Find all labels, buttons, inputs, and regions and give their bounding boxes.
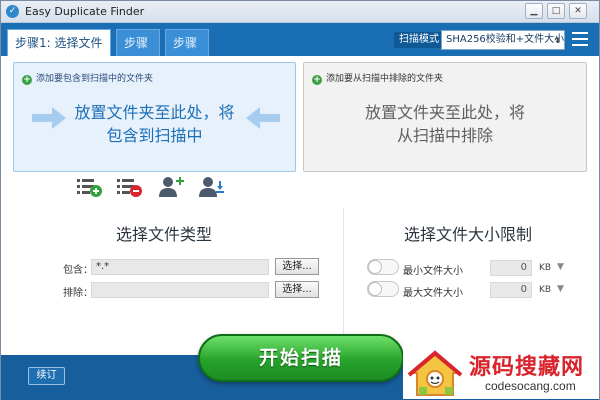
plus-circle-icon: + xyxy=(312,75,322,85)
tab-step2[interactable]: 步骤2 xyxy=(116,29,160,76)
tab-bar: 步骤1: 选择文件夹 步骤2 步骤3 扫描模式 SHA256校验和+文件大小 ⬍ xyxy=(1,23,599,76)
main-content: + 添加要包含到扫描中的文件夹 放置文件夹至此处，将 包含到扫描中 + 添加要从扫描… xyxy=(1,56,599,356)
include-text-line1: 放置文件夹至此处，将 xyxy=(74,103,235,122)
exclude-drop-zone[interactable]: + 添加要从扫描中排除的文件夹 放置文件夹至此处，将 从扫描中排除 xyxy=(303,62,587,172)
max-size-toggle[interactable] xyxy=(367,281,399,297)
file-size-title: 选择文件大小限制 xyxy=(404,225,533,244)
section-divider xyxy=(343,208,344,340)
plus-circle-icon: + xyxy=(22,75,32,85)
scan-mode-label: 扫描模式 xyxy=(394,32,444,48)
include-header[interactable]: + 添加要包含到扫描中的文件夹 xyxy=(22,71,153,85)
include-type-label: 包含： xyxy=(63,265,93,276)
folder-action-toolbar xyxy=(75,176,235,200)
include-drop-text: 放置文件夹至此处，将 包含到扫描中 xyxy=(14,101,295,147)
hamburger-menu-icon[interactable] xyxy=(572,32,588,46)
max-unit-dropdown-icon[interactable]: ▼ xyxy=(557,284,564,294)
min-size-label: 最小文件大小 xyxy=(403,266,463,277)
toggle-knob xyxy=(368,282,382,296)
max-size-label: 最大文件大小 xyxy=(403,288,463,299)
user-download-icon[interactable] xyxy=(197,176,225,198)
scan-mode-value: SHA256校验和+文件大小 xyxy=(446,34,565,45)
max-size-unit[interactable]: KB xyxy=(539,285,551,295)
tab-step1[interactable]: 步骤1: 选择文件夹 xyxy=(7,29,111,76)
toggle-knob xyxy=(368,260,382,274)
add-list-icon[interactable] xyxy=(75,176,103,198)
scan-mode-select[interactable]: SHA256校验和+文件大小 ⬍ xyxy=(441,30,565,50)
minimize-icon: ▁ xyxy=(530,6,538,16)
maximize-button[interactable]: □ xyxy=(547,3,565,19)
include-browse-button[interactable]: 选择... xyxy=(275,258,319,275)
include-type-input[interactable]: *.* xyxy=(91,259,269,275)
exclude-browse-button[interactable]: 选择... xyxy=(275,281,319,298)
max-size-input[interactable]: 0 xyxy=(490,282,532,298)
app-check-icon: ✓ xyxy=(6,5,19,18)
min-size-input[interactable]: 0 xyxy=(490,260,532,276)
add-user-icon[interactable] xyxy=(157,176,185,198)
updown-arrow-icon: ⬍ xyxy=(554,36,561,45)
exclude-type-label: 排除： xyxy=(63,288,93,299)
exclude-type-input[interactable] xyxy=(91,282,269,298)
maximize-icon: □ xyxy=(551,6,561,16)
exclude-header-label: 添加要从扫描中排除的文件夹 xyxy=(326,74,444,84)
window-title: Easy Duplicate Finder xyxy=(25,5,145,18)
min-size-unit[interactable]: KB xyxy=(539,263,551,273)
watermark-subtitle: codesocang.com xyxy=(485,379,576,393)
tab-step3[interactable]: 步骤3 xyxy=(165,29,209,76)
file-type-title: 选择文件类型 xyxy=(116,225,213,244)
include-drop-zone[interactable]: + 添加要包含到扫描中的文件夹 放置文件夹至此处，将 包含到扫描中 xyxy=(13,62,296,172)
close-button[interactable]: ✕ xyxy=(569,3,587,19)
remove-list-icon[interactable] xyxy=(115,176,143,198)
min-unit-dropdown-icon[interactable]: ▼ xyxy=(557,262,564,272)
exclude-drop-text: 放置文件夹至此处，将 从扫描中排除 xyxy=(304,101,586,147)
watermark: 源码搜藏网 codesocang.com xyxy=(403,347,599,399)
minimize-button[interactable]: ▁ xyxy=(525,3,543,19)
include-text-line2: 包含到扫描中 xyxy=(106,126,203,145)
exclude-text-line1: 放置文件夹至此处，将 xyxy=(364,103,525,122)
include-header-label: 添加要包含到扫描中的文件夹 xyxy=(36,74,154,84)
title-bar: ✓ Easy Duplicate Finder ▁ □ ✕ xyxy=(1,1,599,23)
min-size-toggle[interactable] xyxy=(367,259,399,275)
exclude-header[interactable]: + 添加要从扫描中排除的文件夹 xyxy=(312,71,443,85)
close-icon: ✕ xyxy=(574,6,582,16)
renew-button[interactable]: 续订 xyxy=(28,367,65,385)
exclude-text-line2: 从扫描中排除 xyxy=(396,126,493,145)
house-logo-icon xyxy=(407,350,463,396)
app-window: ✓ Easy Duplicate Finder ▁ □ ✕ 步骤1: 选择文件夹… xyxy=(0,0,600,400)
watermark-title: 源码搜藏网 xyxy=(469,355,585,380)
start-scan-button[interactable]: 开始扫描 xyxy=(198,334,404,382)
